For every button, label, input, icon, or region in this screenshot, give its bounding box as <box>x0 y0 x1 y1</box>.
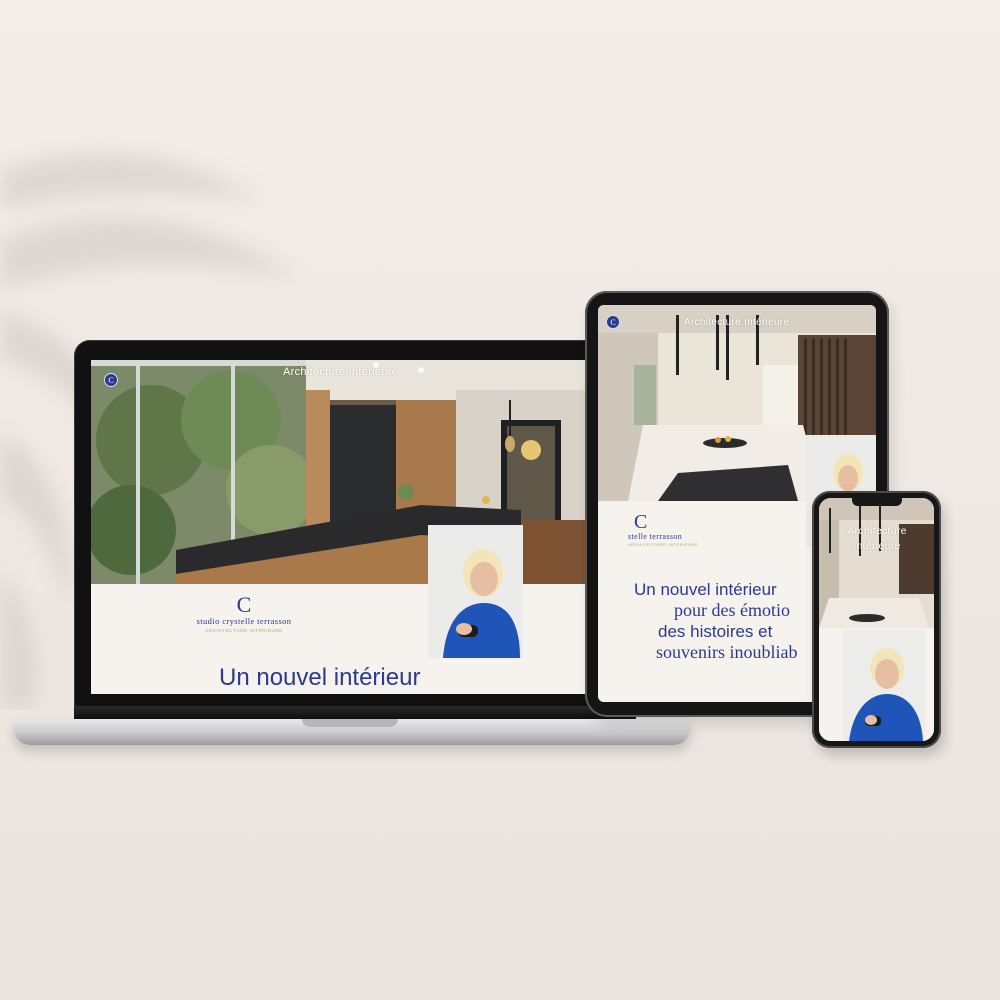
logo-monogram-icon[interactable]: C <box>606 315 620 329</box>
hero-kitchen-photo <box>91 360 620 584</box>
laptop-screen: C Architecture Intérieure C studio cryst… <box>91 360 620 694</box>
designer-portrait <box>843 630 925 741</box>
nav-title-line-2: Intérieure <box>853 540 901 552</box>
hero-dining-photo <box>819 498 934 628</box>
nav-title-line-1: Architecture <box>847 525 907 537</box>
headline-line-4: souvenirs inoubliab <box>656 642 798 662</box>
designer-portrait <box>428 525 523 658</box>
logo-letter: C <box>610 317 616 327</box>
logo-letter: C <box>108 375 114 385</box>
brand-tagline: ARCHITECTURE INTÉRIEURE <box>628 542 699 547</box>
headline-line-1: Un nouvel intérieur <box>634 580 777 599</box>
logo-monogram-icon[interactable]: C <box>104 373 118 387</box>
nav-title[interactable]: Architecture Intérieure <box>833 524 921 554</box>
brand-name: studio crystelle terrasson <box>196 616 292 626</box>
nav-title[interactable]: Architecture Intérieure <box>684 317 789 328</box>
phone-notch <box>852 498 902 506</box>
nav-title[interactable]: Architecture Intérieure <box>283 366 398 378</box>
laptop-trackpad-notch <box>302 719 398 727</box>
brand-monogram: C <box>634 511 648 533</box>
hero-headline: Un nouvel intérieur <box>219 664 421 691</box>
brand-tagline: ARCHITECTURE INTÉRIEURE <box>205 628 283 633</box>
hero-headline-block: Un nouvel intérieur pour des émotio des … <box>634 579 798 663</box>
phone-screen: Architecture Intérieure <box>819 498 934 741</box>
laptop-hinge <box>74 706 636 720</box>
headline-line-3: des histoires et <box>658 622 773 641</box>
headline-line-2: pour des émotio <box>674 600 790 620</box>
brand-name: stelle terrasson <box>628 532 683 541</box>
brand-logo[interactable]: C stelle terrasson ARCHITECTURE INTÉRIEU… <box>628 512 708 547</box>
brand-monogram: C <box>236 592 252 617</box>
brand-logo[interactable]: C studio crystelle terrasson ARCHITECTUR… <box>179 592 309 634</box>
